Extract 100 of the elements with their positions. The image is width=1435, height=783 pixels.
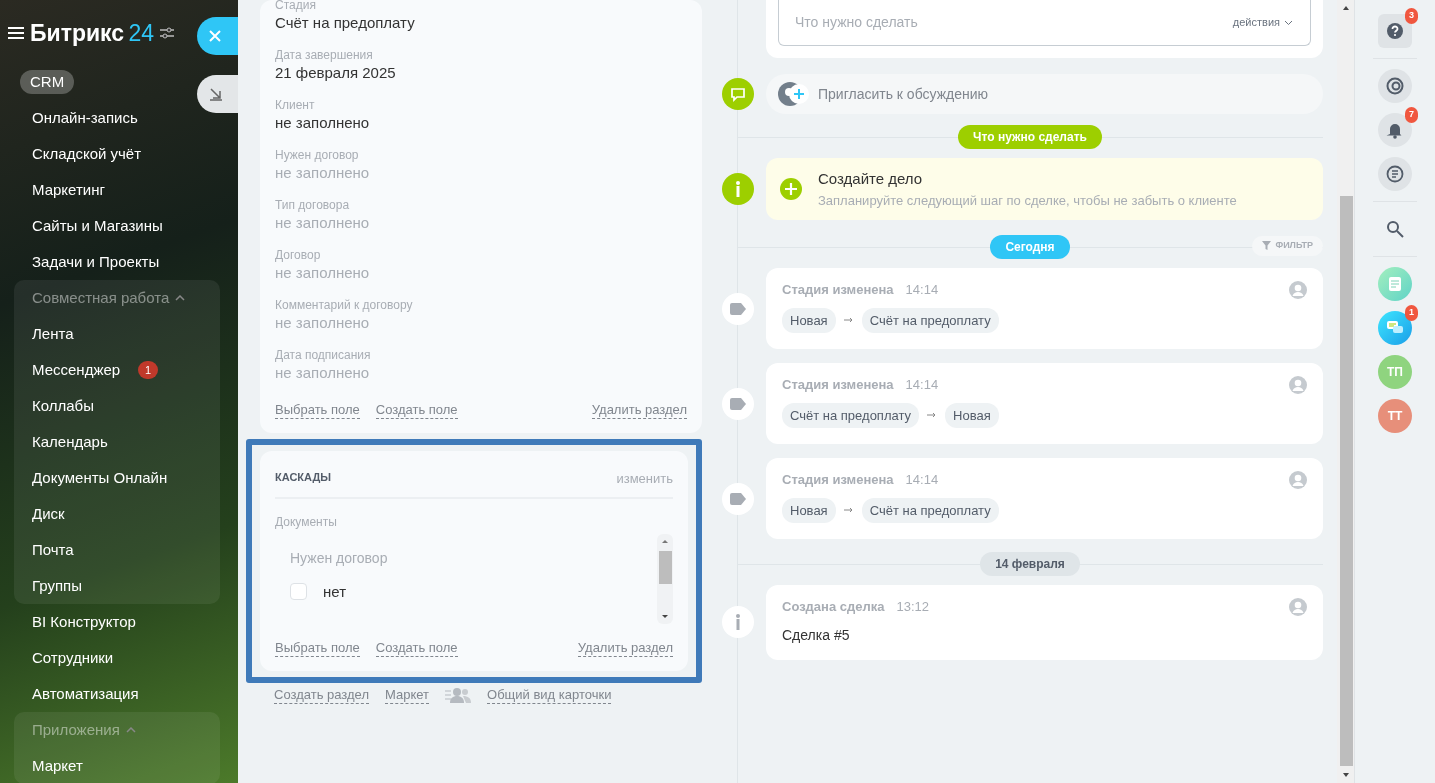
menu-item[interactable]: Диск xyxy=(22,502,75,526)
todo-title[interactable]: Создайте дело xyxy=(818,168,1237,191)
close-icon xyxy=(209,30,221,42)
menu-item[interactable]: CRM xyxy=(20,70,75,94)
menu-item[interactable]: Календарь xyxy=(22,430,118,454)
tag-icon xyxy=(730,492,746,505)
section-title: КАСКАДЫ xyxy=(275,470,331,485)
date-pill: 14 февраля xyxy=(980,552,1080,576)
menu-item[interactable]: Задачи и Проекты xyxy=(22,250,170,274)
field-label: Дата завершения xyxy=(275,48,374,63)
menu-item[interactable]: Онлайн-запись xyxy=(22,106,148,130)
menu-item[interactable]: Почта xyxy=(22,538,84,562)
filter-icon xyxy=(1262,241,1272,251)
event-time: 14:14 xyxy=(905,471,939,489)
dashed-link[interactable]: Выбрать поле xyxy=(275,402,360,419)
logo: Битрикс 24 xyxy=(30,18,155,48)
menu-item[interactable]: BI Конструктор xyxy=(22,610,146,634)
stage-tag: Счёт на предоплату xyxy=(861,307,999,333)
menu-item[interactable]: Сайты и Магазины xyxy=(22,214,173,238)
field-label: Дата подписания xyxy=(275,348,372,363)
dashed-link[interactable]: Создать поле xyxy=(375,639,458,657)
user-icon xyxy=(1289,280,1307,299)
counter-badge: 1 xyxy=(138,360,159,380)
field-label: Договор xyxy=(275,248,322,263)
tag-icon xyxy=(730,397,746,410)
dashed-link[interactable]: Создать раздел xyxy=(274,686,369,704)
spiral-icon xyxy=(1386,77,1404,95)
menu-item[interactable]: Группы xyxy=(22,574,92,598)
counter-badge: 1 xyxy=(1405,305,1418,321)
field-value[interactable]: 21 февраля 2025 xyxy=(275,63,687,83)
event-title: Создана сделка xyxy=(782,598,885,616)
dashed-link[interactable]: Создать поле xyxy=(375,402,458,419)
todo-text: Запланируйте следующий шаг по сделке, чтобы не забыть о клиенте xyxy=(818,191,1237,210)
field-label: Нужен договор xyxy=(275,148,360,163)
tag-icon xyxy=(730,302,746,315)
toolbar-button[interactable] xyxy=(1378,69,1412,103)
chat-list-icon xyxy=(1386,165,1404,183)
document-icon xyxy=(1386,275,1404,293)
field-label: Стадия xyxy=(275,0,317,13)
toolbar-button[interactable] xyxy=(1378,14,1412,48)
user-icon xyxy=(1289,470,1307,489)
menu-item[interactable]: Коллабы xyxy=(22,394,104,418)
dashed-link[interactable]: Общий вид карточки xyxy=(487,686,612,704)
arrow-right-icon xyxy=(843,507,854,514)
help-icon xyxy=(1386,22,1404,40)
toolbar-button[interactable] xyxy=(1378,157,1412,191)
menu-item[interactable]: Маркетинг xyxy=(22,178,115,202)
info-icon xyxy=(734,614,742,631)
menu-item[interactable]: Документы Онлайн xyxy=(22,466,178,490)
field-label: Тип договора xyxy=(275,198,351,213)
event-title: Стадия изменена xyxy=(782,376,894,394)
toolbar-button[interactable] xyxy=(1378,113,1412,147)
date-pill: Что нужно сделать xyxy=(958,125,1102,149)
group-label: Документы xyxy=(275,514,338,530)
menu-icon[interactable] xyxy=(8,26,24,40)
stage-tag: Счёт на предоплату xyxy=(782,402,920,428)
group-title[interactable]: Совместная работа xyxy=(32,286,170,310)
counter-badge: 3 xyxy=(1405,8,1418,24)
checkbox[interactable] xyxy=(290,583,307,601)
dashed-link[interactable]: Удалить раздел xyxy=(591,402,687,419)
field-label: Клиент xyxy=(275,98,316,113)
menu-item[interactable]: Маркет xyxy=(22,754,93,778)
arrow-right-icon xyxy=(843,317,854,324)
dashed-link[interactable]: Маркет xyxy=(385,686,429,704)
minimize-button[interactable] xyxy=(197,75,238,113)
event-text: Сделка #5 xyxy=(782,625,851,645)
toolbar-button[interactable] xyxy=(1378,311,1412,345)
chevron-icon xyxy=(1284,19,1293,26)
chat-icon xyxy=(729,85,747,103)
stage-tag: Счёт на предоплату xyxy=(861,497,999,523)
event-time: 14:14 xyxy=(905,376,939,394)
invite-button[interactable]: Пригласить к обсуждению xyxy=(766,74,1323,114)
chevron-icon[interactable] xyxy=(175,295,186,301)
arrow-down-right-icon xyxy=(209,87,223,101)
event-title: Стадия изменена xyxy=(782,281,894,299)
stage-tag: Новая xyxy=(945,402,999,428)
menu-item[interactable]: Автоматизация xyxy=(22,682,149,706)
search-icon xyxy=(1386,220,1404,238)
actions-dropdown[interactable]: действия xyxy=(1231,13,1294,32)
field-value[interactable]: Счёт на предоплату xyxy=(275,13,687,33)
event-time: 14:14 xyxy=(905,281,939,299)
menu-item[interactable]: Складской учёт xyxy=(22,142,152,166)
option-label: нет xyxy=(323,581,346,602)
field-value[interactable]: не заполнено xyxy=(275,113,687,133)
dashed-link[interactable]: Удалить раздел xyxy=(577,639,673,657)
menu-item[interactable]: Лента xyxy=(22,322,84,346)
input-field[interactable]: Что нужно сделать действия xyxy=(778,0,1311,46)
date-pill: Сегодня xyxy=(990,235,1070,259)
settings-icon[interactable] xyxy=(160,27,175,39)
close-button[interactable] xyxy=(197,17,238,55)
placeholder-text: Что нужно сделать xyxy=(795,13,918,32)
menu-item[interactable]: Сотрудники xyxy=(22,646,124,670)
dashed-link[interactable]: Выбрать поле xyxy=(275,639,360,657)
add-user-icon xyxy=(778,82,810,106)
menu-item[interactable]: Мессенджер xyxy=(22,358,131,382)
user-icon xyxy=(1289,375,1307,394)
event-time: 13:12 xyxy=(896,598,930,616)
stage-tag: Новая xyxy=(782,307,836,333)
field-label: Комментарий к договору xyxy=(275,298,414,313)
counter-badge: 7 xyxy=(1405,107,1418,123)
